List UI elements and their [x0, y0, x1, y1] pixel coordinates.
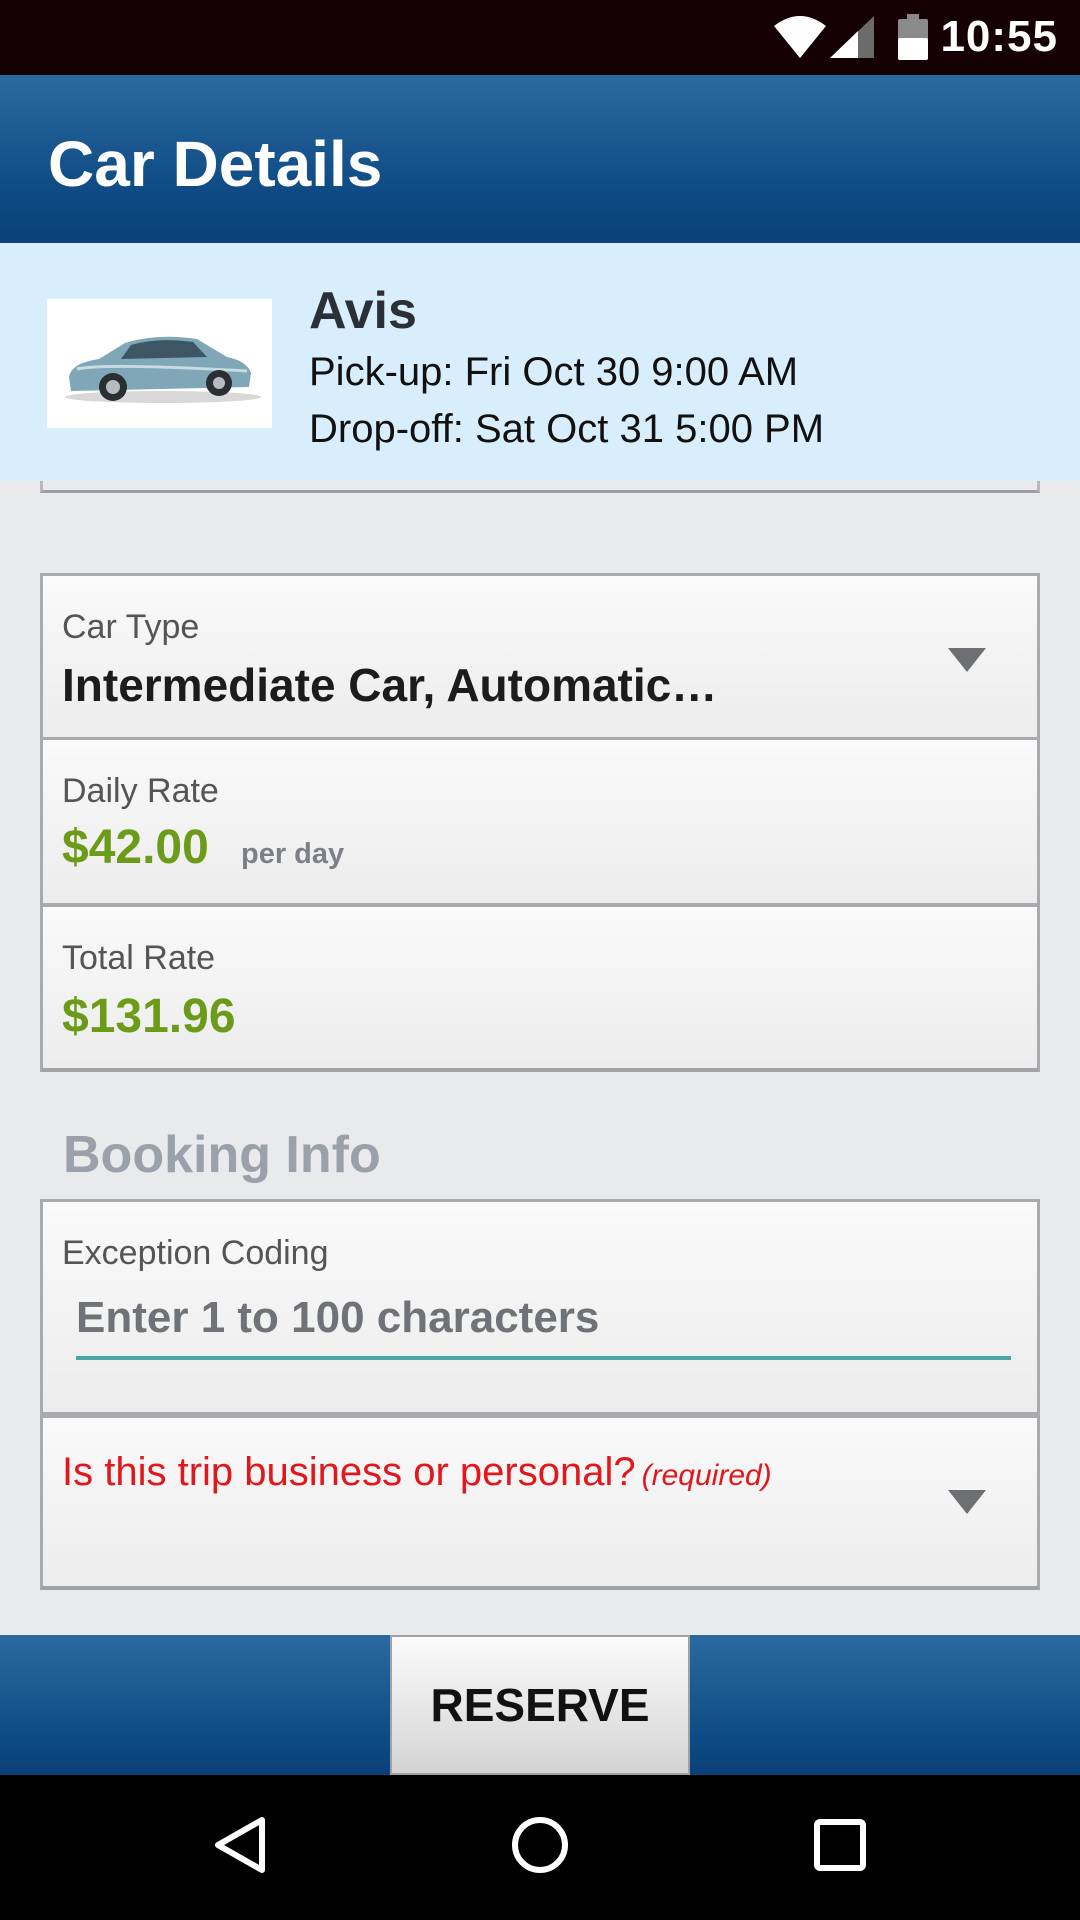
car-type-selector[interactable]: Car Type Intermediate Car, Automatic… — [40, 573, 1040, 740]
trip-purpose-question: Is this trip business or personal? (requi… — [62, 1450, 772, 1495]
back-button[interactable] — [150, 1775, 330, 1920]
total-rate-value: $131.96 — [62, 990, 236, 1043]
status-time: 10:55 — [940, 12, 1058, 61]
car-image — [47, 299, 272, 428]
car-type-label: Car Type — [62, 608, 200, 646]
daily-rate-card: Daily Rate $42.00 per day — [40, 740, 1040, 906]
bottom-action-bar: RESERVE — [0, 1635, 1080, 1775]
wifi-icon — [774, 16, 826, 63]
dropdown-caret-icon — [948, 1490, 986, 1514]
app-bar: Car Details — [0, 75, 1080, 243]
daily-rate-unit: per day — [241, 838, 345, 870]
system-navigation-bar — [0, 1775, 1080, 1920]
home-button[interactable] — [450, 1775, 630, 1920]
exception-coding-card: Exception Coding — [40, 1199, 1040, 1415]
rental-summary: Avis Pick-up: Fri Oct 30 9:00 AM Drop-of… — [0, 243, 1080, 481]
total-rate-label: Total Rate — [62, 939, 216, 977]
trip-purpose-question-text: Is this trip business or personal? — [62, 1450, 636, 1494]
page-title: Car Details — [48, 128, 383, 200]
total-rate-card: Total Rate $131.96 — [40, 904, 1040, 1072]
section-title-booking-info: Booking Info — [63, 1126, 381, 1184]
cellular-signal-icon — [830, 16, 874, 63]
dropoff-time: Drop-off: Sat Oct 31 5:00 PM — [309, 407, 825, 451]
vendor-name: Avis — [309, 282, 417, 340]
car-type-value: Intermediate Car, Automatic… — [62, 659, 718, 711]
home-circle-icon — [511, 1816, 569, 1879]
daily-rate-label: Daily Rate — [62, 772, 219, 810]
battery-icon — [898, 14, 928, 65]
trip-purpose-selector[interactable]: Is this trip business or personal? (requi… — [40, 1415, 1040, 1590]
daily-rate-value: $42.00 — [62, 821, 209, 874]
required-marker: (required) — [641, 1459, 772, 1492]
reserve-button[interactable]: RESERVE — [390, 1635, 690, 1775]
exception-coding-input[interactable] — [76, 1290, 1011, 1360]
back-triangle-icon — [212, 1815, 268, 1880]
summary-card-edge — [40, 481, 1040, 493]
exception-coding-label: Exception Coding — [62, 1234, 329, 1272]
status-bar: 10:55 — [0, 0, 1080, 75]
dropdown-caret-icon — [948, 648, 986, 672]
recents-button[interactable] — [750, 1775, 930, 1920]
pickup-time: Pick-up: Fri Oct 30 9:00 AM — [309, 350, 799, 394]
recents-square-icon — [813, 1818, 867, 1877]
